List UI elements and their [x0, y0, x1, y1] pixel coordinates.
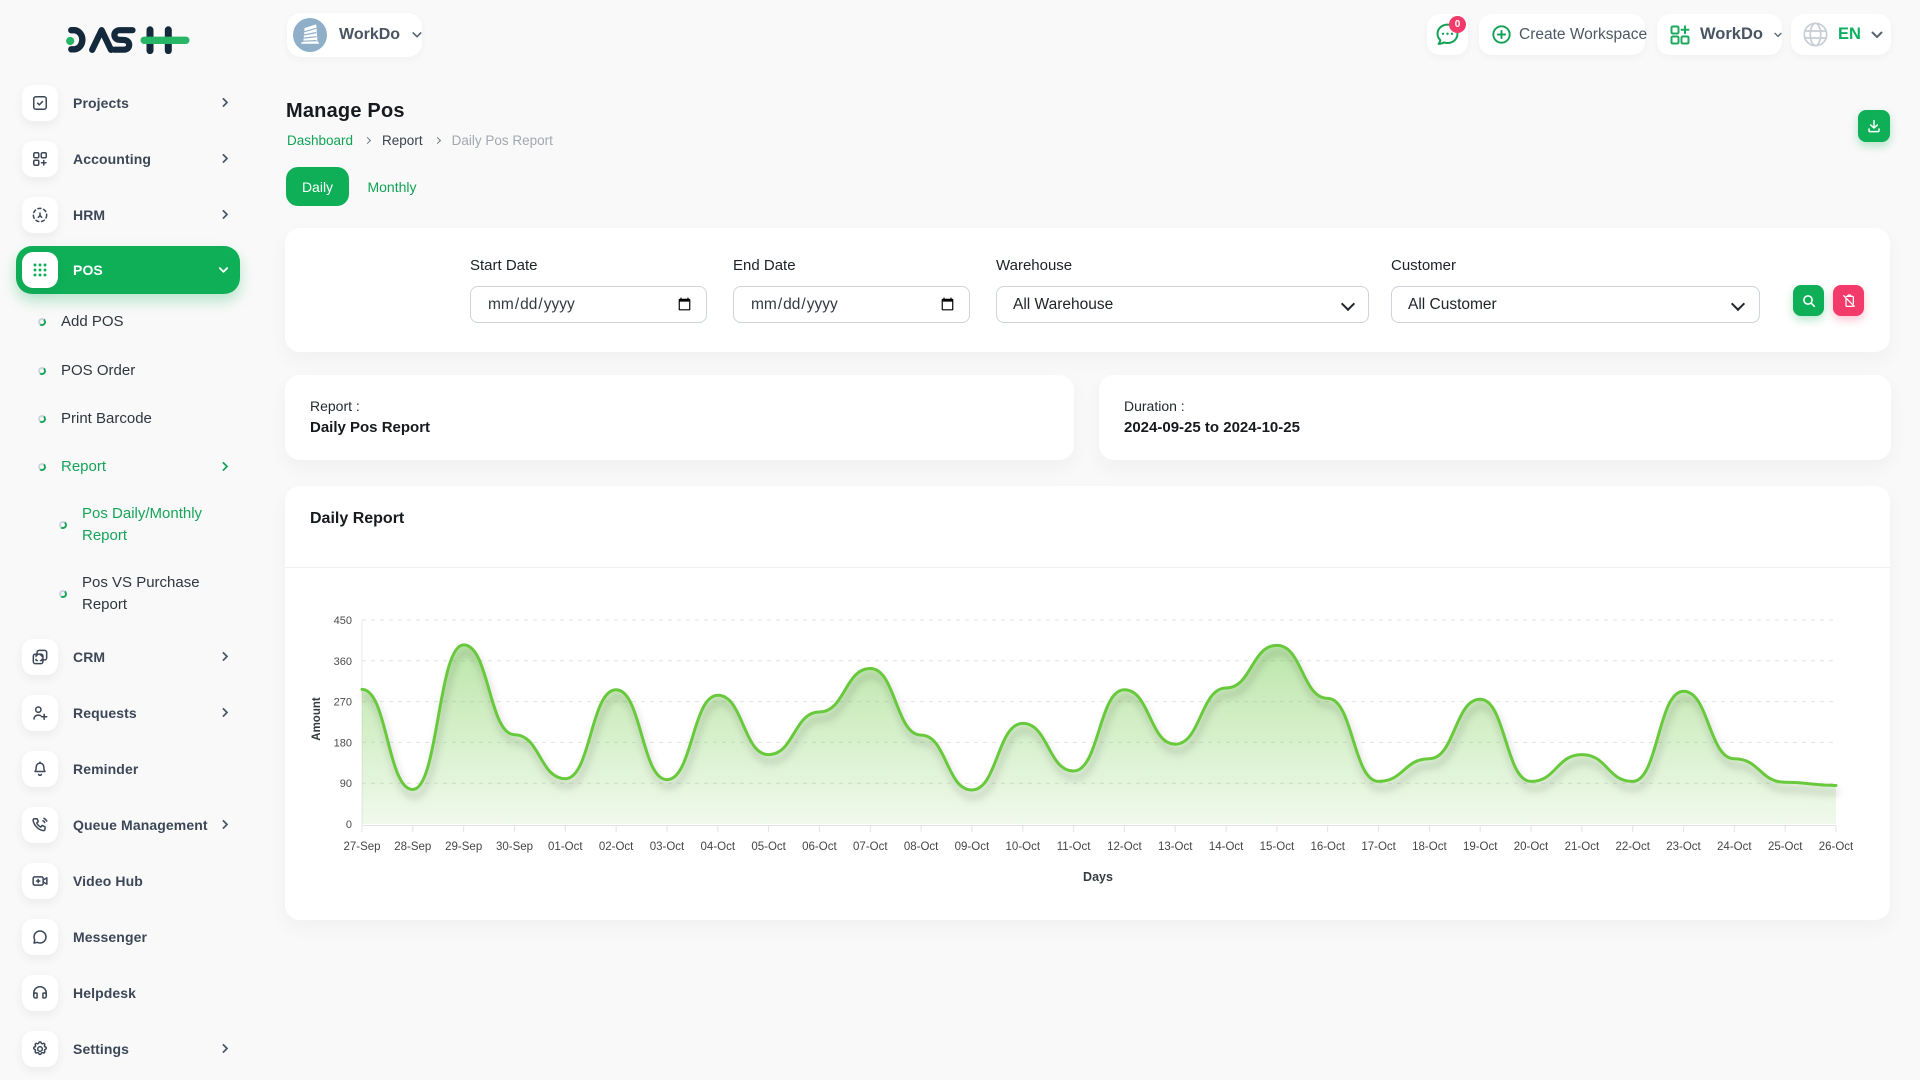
svg-text:30-Sep: 30-Sep — [496, 841, 533, 853]
svg-text:26-Oct: 26-Oct — [1819, 841, 1854, 853]
svg-text:270: 270 — [334, 697, 352, 709]
svg-text:19-Oct: 19-Oct — [1463, 841, 1498, 853]
svg-text:11-Oct: 11-Oct — [1057, 841, 1091, 853]
svg-text:13-Oct: 13-Oct — [1158, 841, 1193, 853]
svg-text:03-Oct: 03-Oct — [650, 841, 685, 853]
svg-text:09-Oct: 09-Oct — [955, 841, 990, 853]
svg-text:21-Oct: 21-Oct — [1565, 841, 1600, 853]
svg-text:24-Oct: 24-Oct — [1717, 841, 1752, 853]
svg-text:05-Oct: 05-Oct — [751, 841, 786, 853]
svg-text:17-Oct: 17-Oct — [1361, 841, 1396, 853]
svg-text:27-Sep: 27-Sep — [343, 841, 380, 853]
svg-text:360: 360 — [334, 656, 352, 668]
svg-text:23-Oct: 23-Oct — [1666, 841, 1701, 853]
svg-text:18-Oct: 18-Oct — [1412, 841, 1447, 853]
svg-text:16-Oct: 16-Oct — [1310, 841, 1345, 853]
svg-text:07-Oct: 07-Oct — [853, 841, 888, 853]
svg-text:90: 90 — [340, 778, 352, 790]
svg-text:01-Oct: 01-Oct — [548, 841, 583, 853]
svg-text:12-Oct: 12-Oct — [1107, 841, 1142, 853]
svg-text:10-Oct: 10-Oct — [1006, 841, 1041, 853]
svg-text:180: 180 — [334, 737, 352, 749]
svg-text:28-Sep: 28-Sep — [394, 841, 431, 853]
svg-text:06-Oct: 06-Oct — [802, 841, 837, 853]
svg-text:25-Oct: 25-Oct — [1768, 841, 1803, 853]
svg-text:20-Oct: 20-Oct — [1514, 841, 1549, 853]
svg-text:22-Oct: 22-Oct — [1615, 841, 1650, 853]
svg-text:450: 450 — [334, 615, 352, 627]
svg-text:Amount: Amount — [311, 697, 323, 741]
svg-text:29-Sep: 29-Sep — [445, 841, 482, 853]
svg-text:02-Oct: 02-Oct — [599, 841, 634, 853]
svg-text:15-Oct: 15-Oct — [1260, 841, 1295, 853]
svg-text:08-Oct: 08-Oct — [904, 841, 939, 853]
svg-text:Days: Days — [1083, 870, 1113, 884]
svg-text:04-Oct: 04-Oct — [701, 841, 736, 853]
svg-text:0: 0 — [346, 819, 352, 831]
svg-text:14-Oct: 14-Oct — [1209, 841, 1244, 853]
